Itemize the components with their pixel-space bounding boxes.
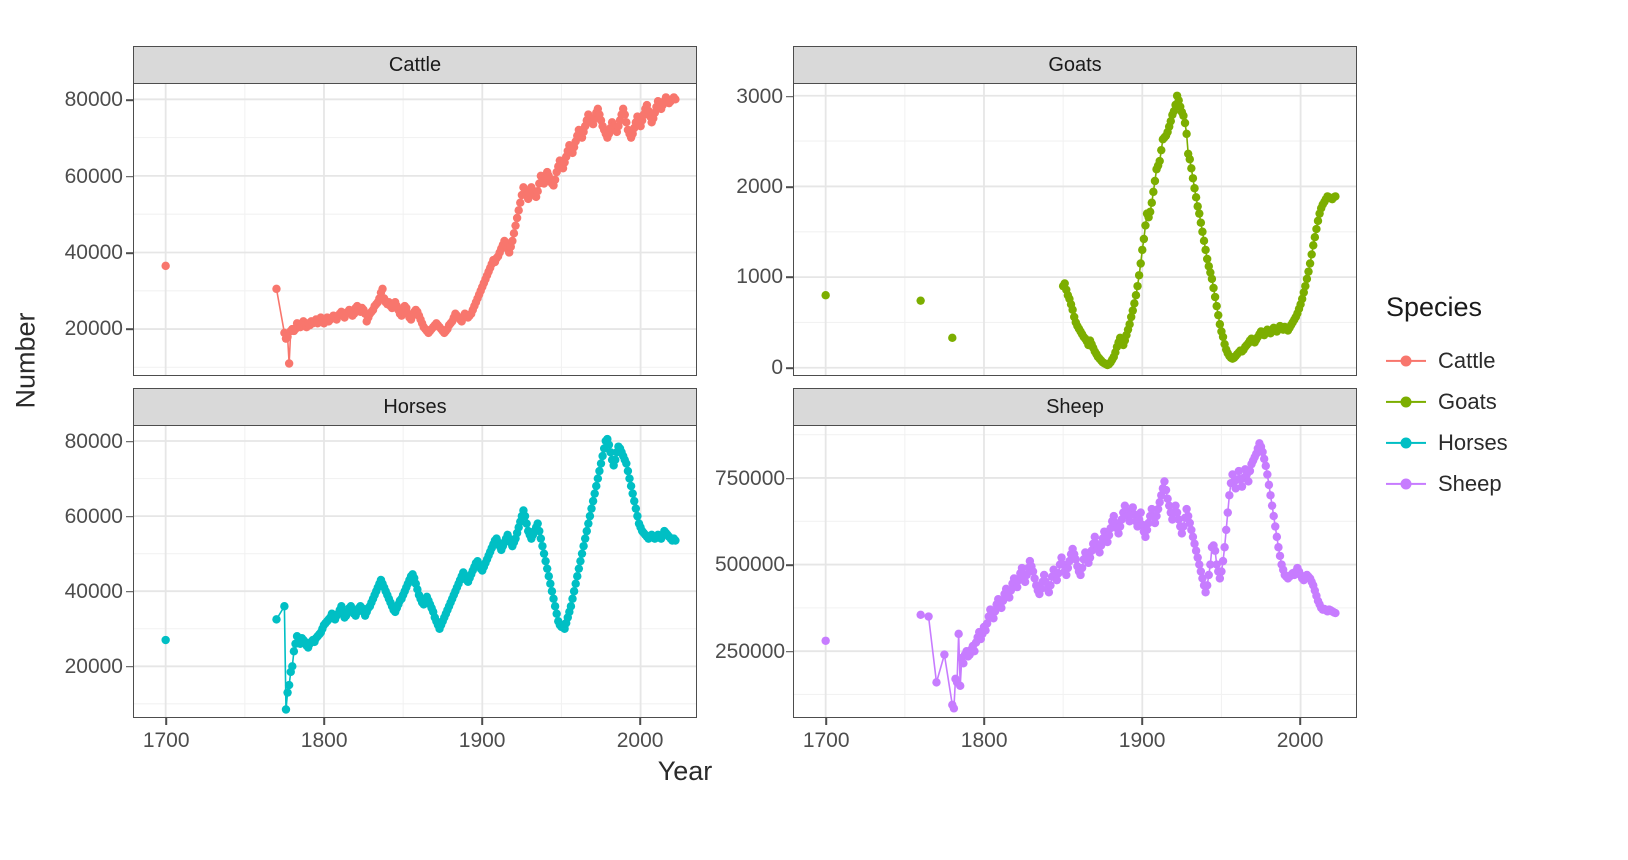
x-tick-label: 1800 (960, 729, 1008, 752)
legend-item-cattle[interactable]: Cattle (1386, 340, 1586, 381)
x-tick-label: 1700 (142, 729, 190, 752)
y-tick-label: 0 (771, 355, 783, 379)
facet-panel-goats: Goats (793, 46, 1357, 376)
y-tick-label: 1000 (736, 265, 783, 289)
x-axis-title: Year (657, 756, 713, 786)
facet-strip-label-sheep: Sheep (793, 388, 1357, 426)
facet-panel-sheep: Sheep (793, 388, 1357, 718)
x-tick-mark (481, 718, 483, 725)
y-tick-mark (786, 650, 793, 653)
y-tick-mark (126, 252, 133, 254)
x-tick-mark (983, 718, 985, 725)
x-tick-label: 2000 (1276, 729, 1324, 752)
y-tick-label: 40000 (64, 579, 123, 603)
legend-item-horses[interactable]: Horses (1386, 422, 1586, 463)
plot-area-horses (133, 426, 697, 718)
legend-title: Species (1386, 292, 1483, 322)
y-tick-label: 60000 (64, 504, 123, 528)
x-tick-label: 1900 (458, 729, 506, 752)
legend-items: Cattle Goats Horses Sheep (1386, 340, 1586, 504)
y-tick-label: 80000 (64, 88, 123, 112)
legend-item-label: Cattle (1438, 347, 1496, 373)
legend-item-sheep[interactable]: Sheep (1386, 463, 1586, 504)
y-tick-mark (126, 665, 133, 668)
y-tick-label: 20000 (64, 317, 123, 341)
facet-strip-label-goats: Goats (793, 46, 1357, 84)
x-tick-mark (1141, 718, 1143, 725)
x-tick-label: 2000 (616, 729, 664, 752)
y-tick-mark (786, 477, 793, 480)
y-tick-mark (126, 515, 133, 518)
legend-item-label: Horses (1438, 429, 1508, 455)
y-tick-mark (126, 99, 133, 101)
y-tick-mark (126, 440, 133, 443)
x-tick-mark (323, 718, 325, 725)
facet-strip-label-horses: Horses (133, 388, 697, 426)
y-tick-label: 3000 (736, 84, 783, 108)
y-tick-mark (786, 367, 793, 369)
plot-area-goats (793, 84, 1357, 376)
facet-strip-label-cattle: Cattle (133, 46, 697, 84)
plot-area-cattle (133, 84, 697, 376)
facet-panel-cattle: Cattle (133, 46, 697, 376)
plot-area-sheep (793, 426, 1357, 718)
x-tick-label: 1800 (300, 729, 348, 752)
legend: Species Cattle Goats Horses Sheep (1386, 292, 1586, 504)
y-tick-label: 500000 (715, 553, 786, 577)
y-tick-label: 250000 (715, 639, 786, 663)
y-axis-title: Number (10, 311, 41, 409)
y-tick-label: 60000 (64, 164, 123, 188)
legend-item-label: Goats (1438, 388, 1497, 414)
y-tick-mark (786, 95, 793, 98)
legend-item-label: Sheep (1438, 470, 1502, 496)
legend-key-icon (1386, 348, 1426, 374)
chart-root: Number Year Cattle Goats Horses Sheep Speci… (0, 0, 1628, 860)
x-tick-label: 1900 (1118, 729, 1166, 752)
legend-key-icon (1386, 471, 1426, 497)
y-tick-mark (126, 328, 133, 331)
y-tick-mark (786, 276, 793, 279)
y-tick-label: 20000 (64, 654, 123, 678)
y-tick-mark (786, 186, 793, 188)
x-tick-label: 1700 (802, 729, 850, 752)
y-tick-label: 2000 (736, 175, 783, 199)
y-tick-mark (126, 175, 133, 178)
y-tick-label: 750000 (715, 466, 786, 490)
y-tick-label: 80000 (64, 429, 123, 453)
legend-item-goats[interactable]: Goats (1386, 381, 1586, 422)
x-tick-mark (825, 718, 827, 725)
y-tick-mark (126, 590, 133, 593)
x-tick-mark (165, 718, 167, 725)
legend-key-icon (1386, 389, 1426, 415)
facet-panel-horses: Horses (133, 388, 697, 718)
legend-key-icon (1386, 430, 1426, 456)
y-tick-label: 40000 (64, 240, 123, 264)
y-tick-mark (786, 564, 793, 566)
x-tick-mark (1299, 718, 1301, 725)
x-tick-mark (639, 718, 641, 725)
